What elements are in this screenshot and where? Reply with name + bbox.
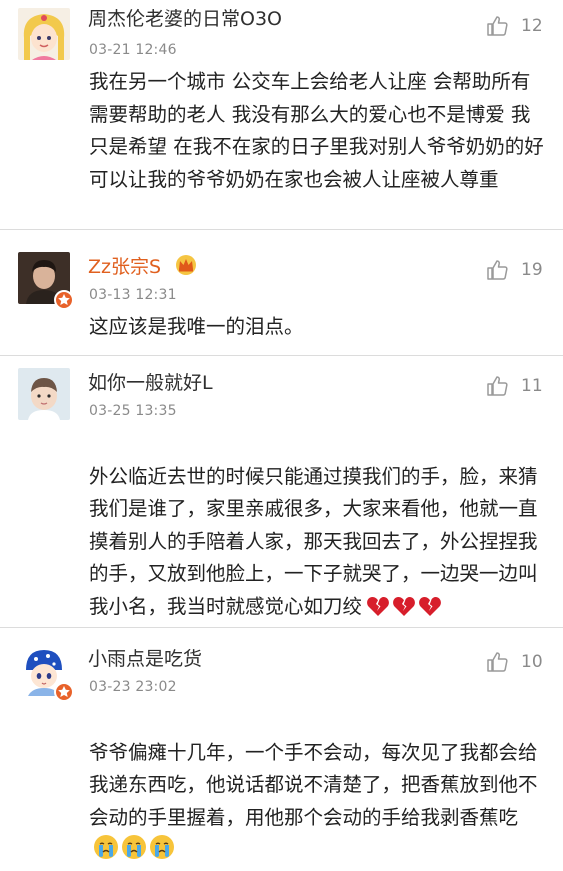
like-count: 12: [521, 16, 543, 36]
comment-text: 爷爷偏瘫十几年，一个手不会动，每次见了我都会给我递东西吃，他说话都说不清楚了，把…: [89, 704, 547, 871]
thumbs-up-icon: [487, 652, 508, 672]
comment-text: 我在另一个城市 公交车上会给老人让座 会帮助所有需要帮助的老人 我没有那么大的爱…: [89, 70, 544, 191]
vip-crown-icon: [176, 255, 197, 275]
broken-heart-icon: [393, 596, 415, 616]
timestamp: 03-13 12:31: [89, 287, 177, 303]
comment-text: 这应该是我唯一的泪点。: [89, 315, 304, 338]
comment-text-body: 外公临近去世的时候只能通过摸我们的手，脸，来猜我们是谁了，家里亲戚很多，大家来看…: [89, 464, 538, 618]
comment-item: 如你一般就好L 03-25 13:35 11 外公临近去世的时候只能通过摸我们的…: [0, 356, 563, 628]
avatar[interactable]: [18, 368, 70, 420]
broken-heart-icon: [419, 596, 441, 616]
comment-item: 小雨点是吃货 03-23 23:02 10 爷爷偏瘫十几年，一个手不会动，每次见…: [0, 628, 563, 859]
username[interactable]: 周杰伦老婆的日常O3O: [88, 6, 282, 32]
thumbs-up-icon: [487, 16, 508, 36]
like-button[interactable]: 11: [485, 372, 543, 400]
timestamp: 03-23 23:02: [89, 679, 177, 695]
thumbs-up-icon: [487, 260, 508, 280]
crying-face-icon: [94, 835, 118, 859]
comment-text: 外公临近去世的时候只能通过摸我们的手，脸，来猜我们是谁了，家里亲戚很多，大家来看…: [89, 428, 547, 627]
broken-heart-icon: [367, 596, 389, 616]
crying-face-icon: [150, 835, 174, 859]
like-count: 11: [521, 376, 543, 396]
username[interactable]: 如你一般就好L: [88, 370, 213, 396]
username-text: Zz张宗S: [88, 256, 162, 278]
verified-badge-icon: [54, 290, 74, 310]
like-button[interactable]: 19: [485, 256, 543, 284]
child-photo-avatar-icon: [18, 368, 70, 420]
emoji-row: [93, 834, 177, 871]
thumbs-up-icon: [487, 376, 508, 396]
crying-face-icon: [122, 835, 146, 859]
verified-badge-icon: [54, 682, 74, 702]
emoji-row: [366, 595, 444, 628]
like-count: 10: [521, 652, 543, 672]
username[interactable]: 小雨点是吃货: [88, 646, 202, 672]
cartoon-girl-avatar-icon: [18, 8, 70, 60]
username[interactable]: Zz张宗S: [88, 254, 199, 280]
timestamp: 03-25 13:35: [89, 403, 177, 419]
timestamp: 03-21 12:46: [89, 42, 177, 58]
like-button[interactable]: 10: [485, 648, 543, 676]
avatar[interactable]: [18, 8, 70, 60]
like-count: 19: [521, 260, 543, 280]
like-button[interactable]: 12: [485, 12, 543, 40]
comment-text-body: 爷爷偏瘫十几年，一个手不会动，每次见了我都会给我递东西吃，他说话都说不清楚了，把…: [89, 740, 538, 829]
comment-item: 周杰伦老婆的日常O3O 03-21 12:46 12 我在另一个城市 公交车上会…: [0, 0, 563, 230]
comment-item: Zz张宗S 03-13 12:31 19 这应该是我唯一的泪点。: [0, 230, 563, 356]
